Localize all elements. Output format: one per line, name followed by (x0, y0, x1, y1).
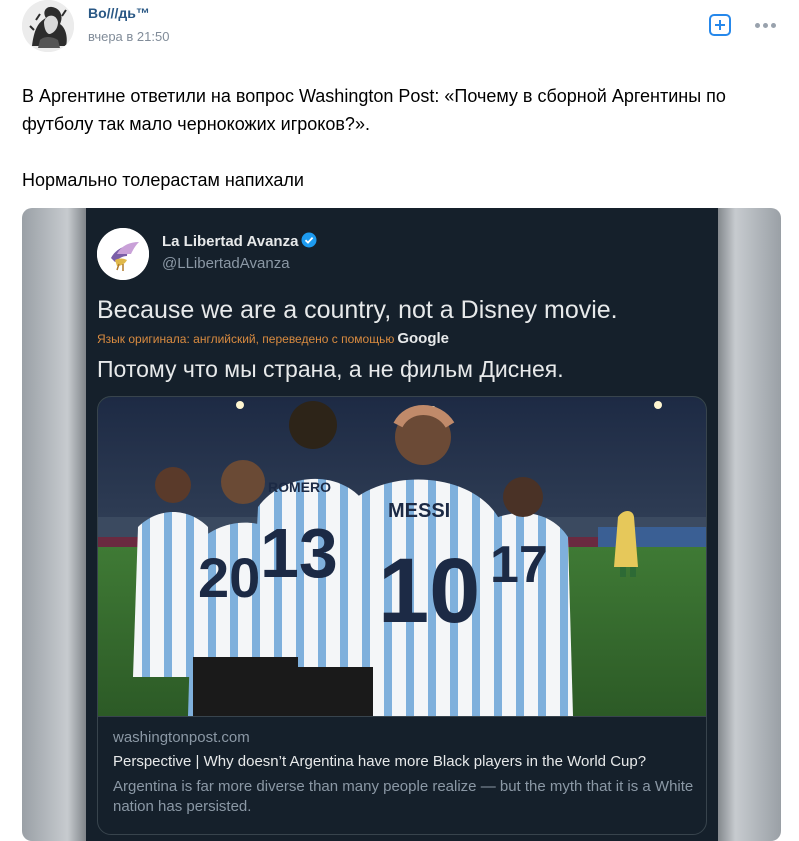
post-text-paragraph: Нормально толерастам напихали (22, 170, 304, 190)
post-header: Во///дь™ вчера в 21:50 (0, 0, 799, 60)
jersey-number-text-2: 13 (260, 514, 338, 592)
jersey-name-text-2: ROMERO (268, 479, 331, 495)
tweet-translated-text: Потому что мы страна, а не фильм Диснея. (97, 356, 564, 382)
jersey-number-text: 10 (378, 540, 480, 642)
post-attachment-image[interactable]: La Libertad Avanza @LLibertadAvanza Beca… (22, 208, 781, 841)
verified-badge-icon (301, 232, 317, 248)
tweet-author-name: La Libertad Avanza (162, 232, 317, 250)
link-preview-card: MESSI 10 ROMERO 13 17 20 washingtonpost.… (97, 396, 707, 835)
author-avatar[interactable] (22, 0, 74, 52)
card-domain: washingtonpost.com (113, 729, 250, 746)
card-meta: washingtonpost.com Perspective | Why doe… (98, 716, 706, 834)
add-square-icon[interactable] (709, 14, 731, 36)
tweet-author-label: La Libertad Avanza (162, 233, 299, 250)
card-title: Perspective | Why doesn’t Argentina have… (113, 753, 647, 770)
post-text-paragraph: В Аргентине ответили на вопрос Washingto… (22, 86, 726, 134)
eagle-logo-icon (97, 228, 149, 280)
card-photo: MESSI 10 ROMERO 13 17 20 (98, 397, 706, 716)
more-horizontal-icon[interactable] (752, 14, 780, 36)
card-description: Argentina is far more diverse than many … (113, 778, 694, 815)
post-text: В Аргентине ответили на вопрос Washingto… (22, 82, 782, 194)
tweet-text: Because we are a country, not a Disney m… (97, 296, 618, 324)
translation-note: Язык оригинала: английский, переведено с… (97, 330, 449, 347)
tweet-screenshot: La Libertad Avanza @LLibertadAvanza Beca… (86, 208, 718, 841)
avatar-portrait-image (22, 0, 74, 52)
jersey-number-text-4: 20 (198, 546, 260, 609)
author-name[interactable]: Во///дь™ (88, 5, 150, 21)
jersey-name-text: MESSI (388, 500, 450, 522)
jersey-number-text-3: 17 (490, 536, 548, 594)
football-players-photo: MESSI 10 ROMERO 13 17 20 (98, 397, 706, 716)
translation-note-label: Язык оригинала: английский, переведено с… (97, 332, 395, 346)
tweet-author-handle: @LLibertadAvanza (162, 255, 290, 272)
google-wordmark: Google (397, 330, 450, 347)
post-time[interactable]: вчера в 21:50 (88, 29, 169, 44)
tweet-avatar (97, 228, 149, 280)
